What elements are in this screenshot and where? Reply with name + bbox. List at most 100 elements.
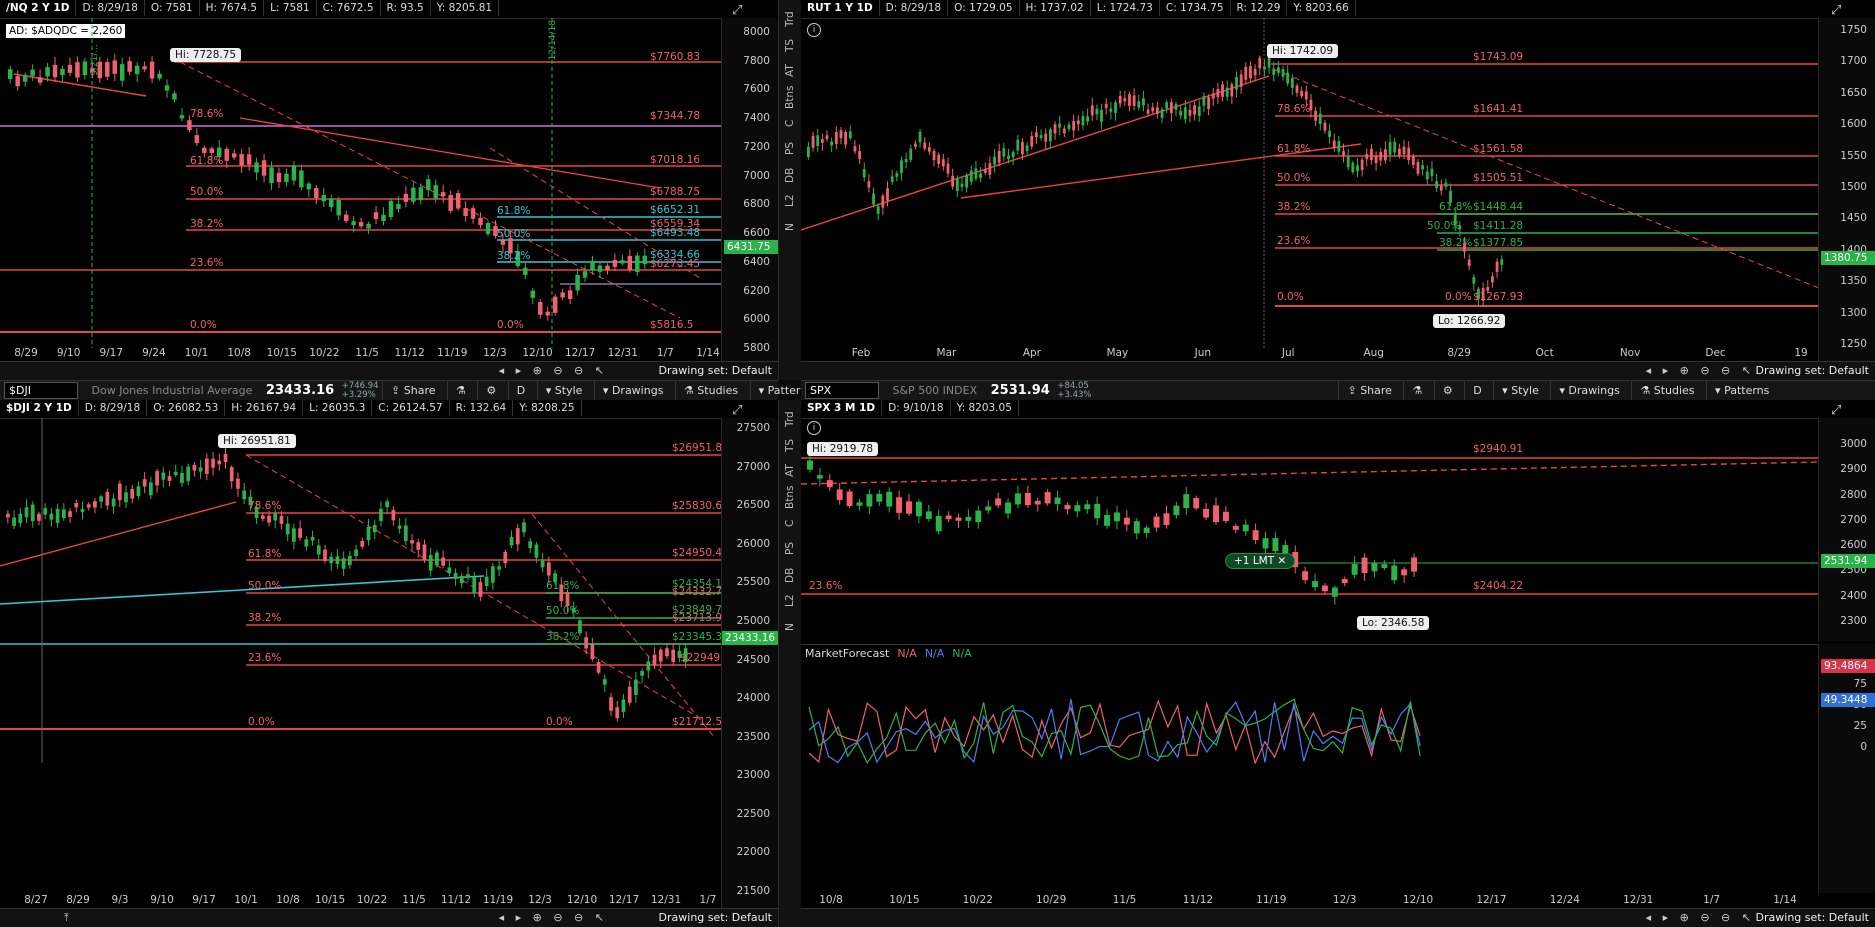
dji-candle	[366, 526, 371, 541]
sidebar-tab-at[interactable]: AT	[784, 58, 796, 84]
sidebar-bottom-tab-c[interactable]: C	[784, 510, 796, 536]
spx-patterns-button[interactable]: ▾ Patterns	[1706, 381, 1777, 400]
sidebar-bottom-tab-ps[interactable]: PS	[784, 536, 796, 562]
nq-candle	[209, 148, 215, 153]
rut-expand-icon[interactable]: ⤢	[1831, 3, 1841, 18]
spx-period-button[interactable]: D	[1464, 381, 1489, 400]
nq-candle	[261, 160, 267, 176]
sidebar-bottom-tab-btns[interactable]: Btns	[784, 484, 796, 510]
nq-candle	[351, 221, 356, 226]
nq-price-axis[interactable]: 8000 7800 7600 7400 7200 7000 6800 6600 6400 6200…	[721, 18, 778, 362]
spx-studies-button[interactable]: ⚗ Studies	[1631, 381, 1702, 400]
dji-candle	[124, 492, 128, 503]
rut-drawing-set[interactable]: Drawing set: Default	[1756, 364, 1869, 377]
rut-price-axis[interactable]: 1750 1700 1650 1600 1550 1500 1450 1400 1350 1300…	[1818, 18, 1875, 362]
rut-level-1641: $1641.41	[1473, 103, 1524, 115]
dji-style-button[interactable]: ▾ Style	[536, 381, 591, 400]
sidebar-tab-l2[interactable]: L2	[784, 188, 796, 214]
dji-gear-icon[interactable]: ⚙	[477, 381, 504, 400]
nq-chart-pane[interactable]: /NQ 2 Y 1D D: 8/29/18 O: 7581 H: 7674.5 L: 7…	[0, 0, 778, 380]
rut-nav-tools[interactable]: ◂ ▸ ⊕ ⊖ ⊖ ↖	[1646, 364, 1755, 377]
spx-expand-icon[interactable]: ⤢	[1831, 403, 1841, 418]
dji-period-button[interactable]: D	[507, 381, 533, 400]
dji-expand-icon[interactable]: ⤢	[732, 403, 742, 418]
dji-chart-pane[interactable]: $DJI 2 Y 1D D: 8/29/18 O: 26082.53 H: 26167…	[0, 400, 778, 927]
spx-drawings-button[interactable]: ▾ Drawings	[1550, 381, 1628, 400]
dji-symbol-input[interactable]: $DJI	[4, 382, 78, 399]
nq-candle	[15, 76, 20, 87]
sidebar-bottom-tab-l2[interactable]: L2	[784, 588, 796, 614]
sidebar-bottom-tab-n[interactable]: N	[784, 614, 796, 640]
nq-candle	[45, 67, 50, 77]
spx-share-button[interactable]: ⇪ Share	[1338, 381, 1399, 400]
sidebar-bottom-tab-ts[interactable]: TS	[784, 432, 796, 458]
spx-plot[interactable]	[801, 418, 1819, 927]
spx-candle	[1341, 579, 1348, 584]
sidebar-tab-ps[interactable]: PS	[784, 136, 796, 162]
spx-chart-pane[interactable]: SPX 3 M 1D D: 9/10/18 Y: 8203.05 ⤢ i Hi: 2…	[801, 400, 1875, 927]
spx-order-cancel-icon[interactable]: ✕	[1277, 555, 1286, 567]
spx-drawing-set[interactable]: Drawing set: Default	[1756, 911, 1869, 924]
sidebar-tab-btns[interactable]: Btns	[784, 84, 796, 110]
nq-nav-tools[interactable]: ◂ ▸ ⊕ ⊖ ⊖ ↖	[499, 364, 608, 377]
dji-drawings-button[interactable]: ▾ Drawings	[593, 381, 672, 400]
sidebar-tab-n[interactable]: N	[784, 214, 796, 240]
rut-stat-high: H: 1737.02	[1020, 0, 1091, 16]
dji-plot[interactable]	[0, 418, 722, 927]
spx-style-button[interactable]: ▾ Style	[1493, 381, 1547, 400]
spx-candle	[1114, 512, 1120, 522]
nq-candle	[202, 147, 207, 154]
dji-nav-tools[interactable]: ◂ ▸ ⊕ ⊖ ⊖ ↖	[499, 911, 608, 924]
dji-share-button[interactable]: ⇪ Share	[382, 381, 443, 400]
dji-time-axis[interactable]: 8/27 8/29 9/3 9/10 9/17 10/1 10/8 10/15 10/22 11/…	[0, 893, 722, 909]
dji-candle	[466, 574, 470, 578]
spx-order-limit[interactable]: +1 LMT ✕	[1225, 553, 1296, 569]
spx-study-name[interactable]: MarketForecast	[801, 645, 893, 662]
dji-ytick: 22000	[736, 846, 770, 859]
rut-plot[interactable]	[801, 18, 1819, 380]
rut-chart-pane[interactable]: RUT 1 Y 1D D: 8/29/18 O: 1729.05 H: 1737.02…	[801, 0, 1875, 380]
spx-price-axis[interactable]: 3000 2900 2800 2700 2600 2500 2400 2300	[1818, 418, 1875, 641]
dji-flask-icon[interactable]: ⚗	[447, 381, 474, 400]
spx-symbol-input[interactable]: SPX	[805, 382, 879, 399]
sidebar-tab-ts[interactable]: TS	[784, 32, 796, 58]
spx-gear-icon[interactable]: ⚙	[1433, 381, 1461, 400]
spx-change: +84.05 +3.43%	[1057, 382, 1091, 400]
dji-candle	[646, 661, 651, 671]
nq-xtick: 9/10	[56, 347, 81, 359]
rut-time-axis[interactable]: Feb Mar Apr May Jun Jul Aug 8/29 Oct Nov Dec 19	[801, 346, 1819, 362]
dji-studies-button[interactable]: ⚗ Studies	[674, 381, 746, 400]
nq-drawing-set[interactable]: Drawing set: Default	[659, 364, 772, 377]
sidebar-tab-c[interactable]: C	[784, 110, 796, 136]
spx-candle	[1232, 525, 1239, 530]
spx-study-axis[interactable]: 7550250	[1818, 644, 1875, 893]
nq-plot[interactable]	[0, 18, 722, 380]
spx-nav-tools[interactable]: ◂ ▸ ⊕ ⊖ ⊖ ↖	[1646, 911, 1755, 924]
dji-price-axis[interactable]: 27500 27000 26500 26000 25500 25000 24500 24000…	[721, 418, 778, 909]
nq-xtick: 12/10	[522, 347, 553, 359]
nq-candle	[314, 187, 319, 199]
rut-candle	[1207, 97, 1210, 109]
dji-candle	[348, 555, 352, 566]
sidebar-tab-trd[interactable]: Trd	[784, 6, 796, 32]
spx-time-axis[interactable]: 10/8 10/15 10/22 10/29 11/5 11/12 11/19 12/3 12/…	[801, 893, 1819, 909]
sidebar-bottom-tab-db[interactable]: DB	[784, 562, 796, 588]
dji-xtick: 11/19	[482, 894, 514, 906]
spx-candle	[1044, 492, 1051, 504]
rut-candle	[1300, 90, 1304, 97]
rut-candle	[1290, 78, 1294, 89]
nq-candle	[590, 260, 595, 271]
nq-time-axis[interactable]: 8/29 9/10 9/17 9/24 10/1 10/8 10/15 10/22 11/5 11…	[0, 346, 722, 362]
nq-expand-icon[interactable]: ⤢	[732, 3, 742, 18]
dji-candle	[310, 537, 315, 541]
spx-flask-icon[interactable]: ⚗	[1403, 381, 1430, 400]
sidebar-tab-db[interactable]: DB	[784, 162, 796, 188]
sidebar-bottom-tab-at[interactable]: AT	[784, 458, 796, 484]
rut-ytick: 1300	[1840, 306, 1867, 319]
dji-xtick: 9/17	[192, 894, 216, 906]
sidebar-bottom-tab-trd[interactable]: Trd	[784, 406, 796, 432]
dji-scroll-to-start-icon[interactable]: ⤒	[64, 911, 69, 925]
dji-drawing-set[interactable]: Drawing set: Default	[659, 911, 772, 924]
spx-candle	[1401, 569, 1408, 576]
nq-event-label-1: 9/21/...	[90, 44, 100, 76]
